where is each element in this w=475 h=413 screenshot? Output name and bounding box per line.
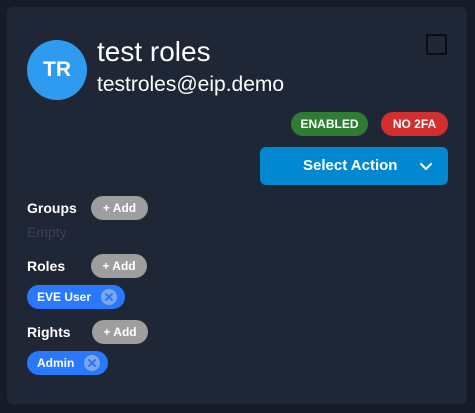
user-name: test roles bbox=[97, 36, 211, 67]
user-email: testroles@eip.demo bbox=[97, 73, 285, 96]
select-action-label: Select Action bbox=[303, 157, 398, 174]
status-badge-2fa: NO 2FA bbox=[381, 112, 448, 136]
add-right-button[interactable]: + Add bbox=[92, 320, 148, 344]
add-group-button[interactable]: + Add bbox=[91, 196, 148, 220]
add-role-button[interactable]: + Add bbox=[91, 254, 147, 278]
groups-empty-text: Empty bbox=[27, 224, 67, 240]
right-chip: Admin bbox=[27, 351, 108, 375]
role-chip-label: EVE User bbox=[37, 290, 92, 304]
avatar: TR bbox=[27, 40, 87, 100]
select-action-dropdown[interactable]: Select Action bbox=[260, 147, 448, 185]
close-circle-icon[interactable] bbox=[84, 355, 100, 371]
select-user-checkbox[interactable] bbox=[426, 34, 447, 55]
status-badge-enabled: ENABLED bbox=[291, 112, 368, 136]
roles-label: Roles bbox=[27, 258, 66, 274]
chevron-down-icon bbox=[419, 160, 433, 172]
groups-label: Groups bbox=[27, 200, 77, 216]
close-circle-icon[interactable] bbox=[101, 289, 117, 305]
right-chip-label: Admin bbox=[37, 356, 75, 370]
rights-label: Rights bbox=[27, 324, 71, 340]
user-card: TR test roles testroles@eip.demo ENABLED… bbox=[7, 7, 467, 404]
role-chip: EVE User bbox=[27, 285, 125, 309]
